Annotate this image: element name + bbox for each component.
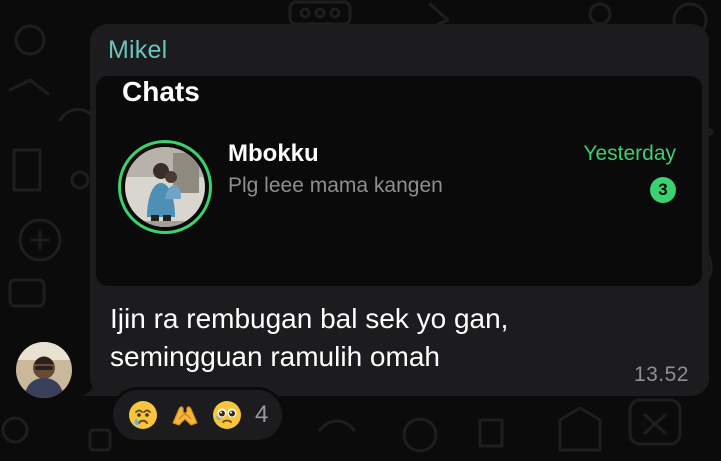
reactions-pill[interactable]: 4 — [110, 387, 286, 443]
screenshot-chat-preview: Plg leee mama kangen — [228, 174, 443, 197]
message-timestamp: 13.52 — [633, 363, 689, 386]
sender-avatar[interactable] — [16, 342, 72, 398]
face-holding-back-tears-icon[interactable] — [211, 399, 243, 431]
attached-screenshot[interactable]: Chats Mbokku Plg leee mama kangen Yester… — [96, 76, 702, 286]
message-bubble[interactable]: Mikel Chats Mbokku Plg leee mama kangen … — [90, 24, 709, 396]
heart-hands-icon[interactable] — [169, 399, 201, 431]
sender-name[interactable]: Mikel — [108, 36, 167, 65]
message-text-line-1: Ijin ra rembugan bal sek yo gan, — [110, 303, 509, 334]
screenshot-title: Chats — [122, 76, 200, 107]
screenshot-chat-time: Yesterday — [583, 142, 676, 165]
message-text: Ijin ra rembugan bal sek yo gan, semingg… — [110, 300, 590, 376]
screenshot-chat-avatar — [118, 140, 212, 234]
screenshot-unread-badge: 3 — [650, 177, 676, 203]
reaction-count: 4 — [255, 401, 269, 428]
screenshot-chat-name: Mbokku — [228, 140, 319, 167]
crying-face-icon[interactable] — [127, 399, 159, 431]
message-text-line-2: semingguan ramulih omah — [110, 341, 440, 372]
